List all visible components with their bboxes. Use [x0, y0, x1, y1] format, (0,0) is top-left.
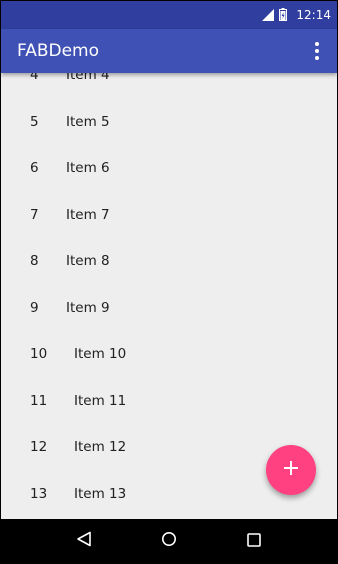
item-label: Item 11 — [74, 392, 127, 409]
item-label: Item 7 — [66, 206, 110, 223]
list-item[interactable]: 7 Item 7 — [1, 192, 337, 239]
item-number: 12 — [30, 439, 48, 456]
item-number: 8 — [30, 253, 39, 270]
item-number: 4 — [30, 73, 39, 84]
item-label: Item 13 — [74, 485, 127, 502]
list-item[interactable]: 10 Item 10 — [1, 331, 337, 378]
status-time: 12:14 — [296, 8, 331, 22]
add-fab-button[interactable] — [266, 445, 316, 495]
item-label: Item 10 — [74, 346, 127, 363]
item-number: 6 — [30, 160, 39, 177]
item-number: 13 — [30, 485, 48, 502]
list-item[interactable]: 5 Item 5 — [1, 99, 337, 146]
item-number: 7 — [30, 206, 39, 223]
list-item[interactable]: 9 Item 9 — [1, 285, 337, 332]
status-icons: 12:14 — [262, 6, 331, 25]
navigation-bar — [1, 519, 337, 563]
item-number: 5 — [30, 113, 39, 130]
item-number: 9 — [30, 299, 39, 316]
recents-button[interactable] — [242, 529, 266, 553]
item-label: Item 4 — [66, 73, 110, 84]
item-label: Item 9 — [66, 299, 110, 316]
item-label: Item 12 — [74, 439, 127, 456]
app-bar: FABDemo — [1, 29, 337, 73]
list-item[interactable]: 6 Item 6 — [1, 145, 337, 192]
app-title: FABDemo — [17, 41, 100, 61]
device-screen: 12:14 FABDemo 4 Item 4 5 Item 5 6 Item 6… — [1, 1, 337, 563]
battery-icon — [279, 6, 288, 25]
back-button[interactable] — [72, 529, 96, 553]
overflow-menu-icon[interactable] — [307, 36, 327, 66]
list-item[interactable]: 8 Item 8 — [1, 238, 337, 285]
back-icon — [76, 531, 92, 551]
item-number: 11 — [30, 392, 48, 409]
home-icon — [161, 531, 177, 551]
item-label: Item 5 — [66, 113, 110, 130]
signal-icon — [262, 6, 275, 25]
item-label: Item 6 — [66, 160, 110, 177]
plus-icon — [283, 460, 299, 480]
item-label: Item 8 — [66, 253, 110, 270]
list-item[interactable]: 11 Item 11 — [1, 378, 337, 425]
recents-icon — [247, 532, 262, 551]
item-number: 10 — [30, 346, 48, 363]
home-button[interactable] — [157, 529, 181, 553]
status-bar: 12:14 — [1, 1, 337, 29]
list-item[interactable]: 4 Item 4 — [1, 73, 337, 99]
